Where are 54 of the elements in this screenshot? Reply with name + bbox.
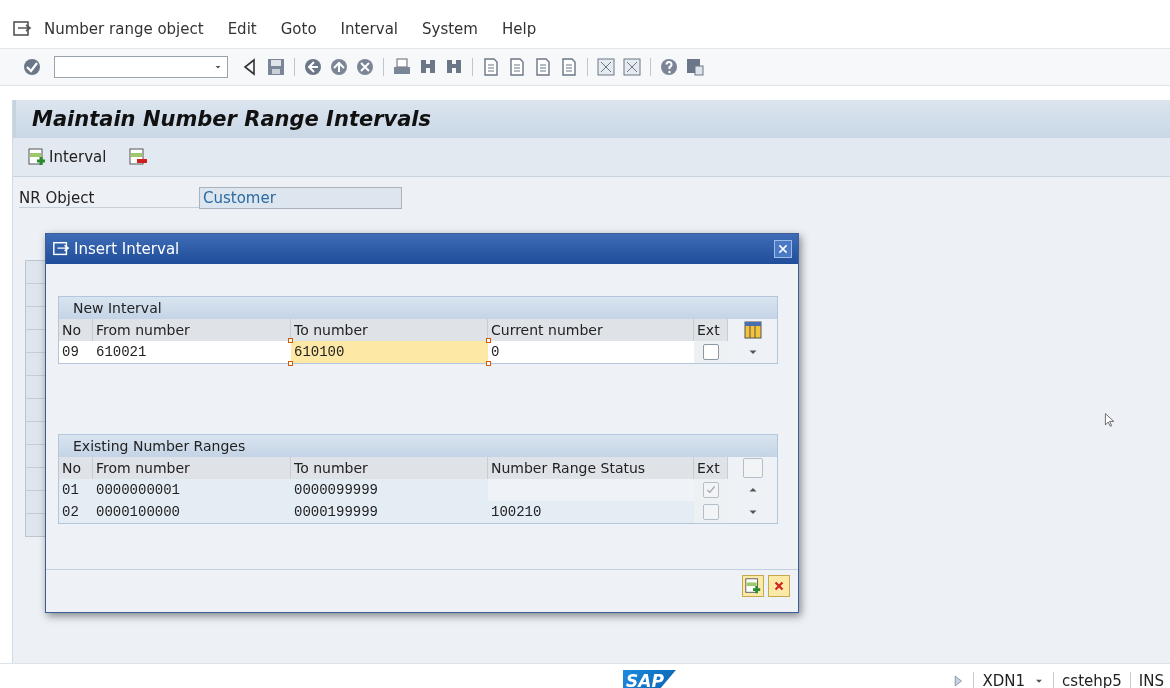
menu-item[interactable]: Interval xyxy=(328,20,410,38)
column-header: Number Range Status xyxy=(488,457,694,479)
section-title: New Interval xyxy=(73,300,162,316)
column-header: Ext xyxy=(694,319,728,341)
menu-item[interactable]: Help xyxy=(489,20,549,38)
section-title: Existing Number Ranges xyxy=(73,438,246,454)
close-icon xyxy=(777,243,789,255)
cancel-button[interactable] xyxy=(768,575,790,597)
save-icon[interactable] xyxy=(266,57,286,77)
column-header: From number xyxy=(93,457,291,479)
cancel-icon xyxy=(772,579,786,593)
object-field[interactable]: Customer xyxy=(199,187,402,209)
help-icon[interactable] xyxy=(659,57,679,77)
delete-row-icon xyxy=(128,147,149,167)
insert-row-icon xyxy=(27,147,47,167)
menu-item[interactable]: Number range object xyxy=(32,20,216,38)
print-icon[interactable] xyxy=(392,57,412,77)
insert-row-icon xyxy=(744,577,762,595)
dialog-title: Insert Interval xyxy=(74,240,180,258)
menu-item[interactable]: System xyxy=(410,20,490,38)
ext-checkbox[interactable] xyxy=(703,344,719,360)
column-header: No xyxy=(59,457,93,479)
exit-icon[interactable] xyxy=(329,57,349,77)
table-cell[interactable]: 610100 xyxy=(291,341,488,363)
table-cell: 0000099999 xyxy=(291,479,488,501)
close-button[interactable] xyxy=(774,240,792,258)
table-cell: 01 xyxy=(59,479,93,501)
screen-title: Maintain Number Range Intervals xyxy=(32,107,432,131)
column-settings-icon[interactable] xyxy=(742,320,763,340)
table-cell: 0000100000 xyxy=(93,501,291,523)
column-header: To number xyxy=(291,457,488,479)
command-field[interactable] xyxy=(54,56,228,78)
logo: SAP xyxy=(623,670,676,688)
interval-button[interactable]: Interval xyxy=(25,145,109,169)
window-menu-icon[interactable] xyxy=(12,19,32,39)
table-cell: 0000199999 xyxy=(291,501,488,523)
menu-item[interactable]: Goto xyxy=(268,20,329,38)
table-cell: 100210 xyxy=(488,501,694,523)
dialog-icon xyxy=(52,240,70,258)
table-cell: 0000000001 xyxy=(93,479,291,501)
menu-item[interactable]: Edit xyxy=(215,20,269,38)
table-cell: 02 xyxy=(59,501,93,523)
back-icon[interactable] xyxy=(303,57,323,77)
column-header: Current number xyxy=(488,319,694,341)
cancel-icon[interactable] xyxy=(355,57,375,77)
input-mode: INS xyxy=(1138,672,1164,688)
insert-button[interactable] xyxy=(742,575,764,597)
column-header: To number xyxy=(291,319,488,341)
column-header: No xyxy=(59,319,93,341)
field-label: NR Object xyxy=(19,188,199,208)
enter-icon[interactable] xyxy=(22,57,42,77)
column-header: Ext xyxy=(694,457,728,479)
system-name[interactable]: XDN1 xyxy=(982,672,1026,688)
column-header: From number xyxy=(93,319,291,341)
